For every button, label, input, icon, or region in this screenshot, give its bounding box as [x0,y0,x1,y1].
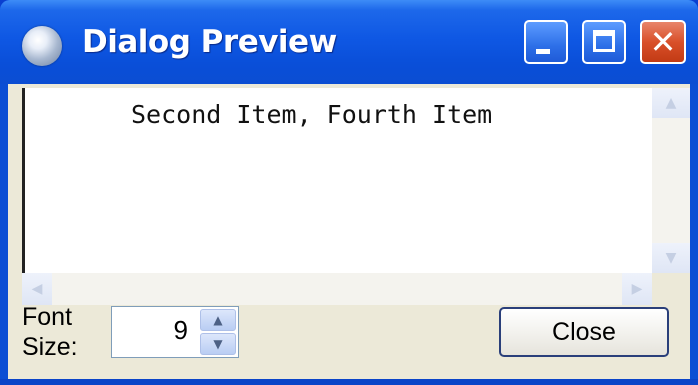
title-bar[interactable]: Dialog Preview ✕ [0,0,698,84]
dialog-window: Dialog Preview ✕ Second Item, Fourth Ite… [0,0,698,385]
dialog-body: Second Item, Fourth Item ▲ ▼ ◀ ▶ Font Si… [8,84,690,379]
vertical-scrollbar[interactable]: ▲ ▼ [652,88,690,273]
spinner-buttons: ▲ ▼ [200,309,236,355]
font-size-value[interactable]: 9 [174,315,188,346]
preview-text: Second Item, Fourth Item [131,100,493,129]
window-frame-left [0,84,8,385]
window-close-button[interactable]: ✕ [640,20,686,64]
close-icon: ✕ [649,23,677,61]
close-button[interactable]: Close [499,307,669,357]
spin-down-icon[interactable]: ▼ [200,333,236,355]
maximize-icon [593,30,615,52]
spin-up-icon[interactable]: ▲ [200,309,236,331]
scroll-right-icon[interactable]: ▶ [622,273,652,305]
horizontal-scrollbar[interactable]: ◀ ▶ [22,273,652,305]
scroll-down-icon[interactable]: ▼ [652,243,690,273]
globe-app-icon [22,26,62,66]
scroll-up-icon[interactable]: ▲ [652,88,690,118]
minimize-button[interactable] [524,20,568,64]
window-title: Dialog Preview [82,24,337,60]
window-frame-right [690,84,698,385]
scroll-corner [652,273,690,305]
scroll-left-icon[interactable]: ◀ [22,273,52,305]
font-size-spinner[interactable]: 9 ▲ ▼ [111,306,239,358]
font-size-label: Font Size: [22,303,78,361]
minimize-icon [536,49,550,54]
maximize-button[interactable] [582,20,626,64]
preview-text-area[interactable]: Second Item, Fourth Item [22,88,652,273]
window-frame-bottom [0,379,698,385]
